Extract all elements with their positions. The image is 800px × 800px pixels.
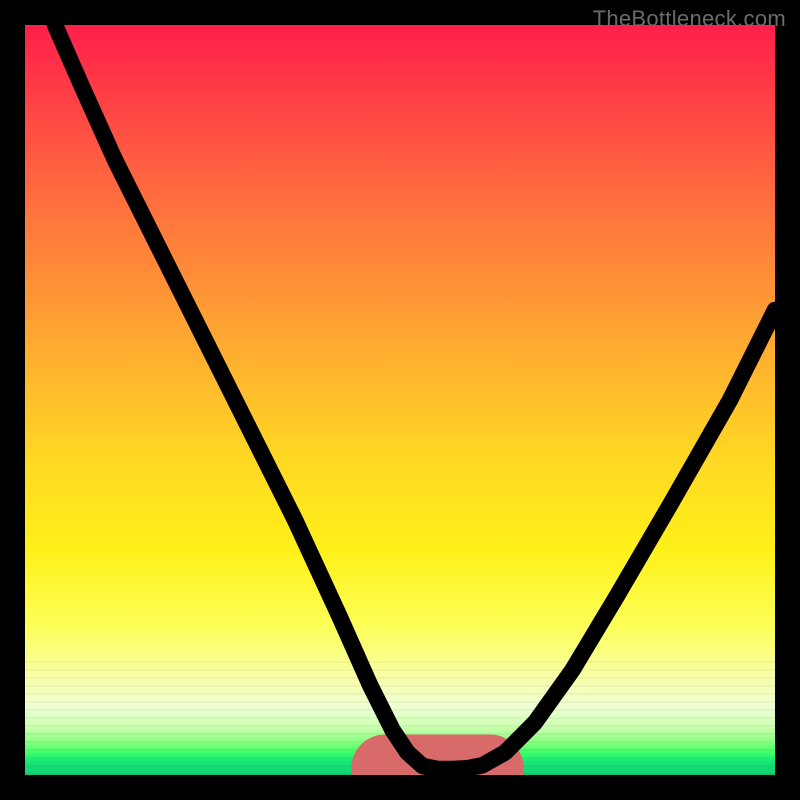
chart-frame: TheBottleneck.com [0, 0, 800, 800]
plot-area [25, 25, 775, 775]
score-gradient-background [25, 25, 775, 775]
watermark-label: TheBottleneck.com [593, 6, 786, 32]
